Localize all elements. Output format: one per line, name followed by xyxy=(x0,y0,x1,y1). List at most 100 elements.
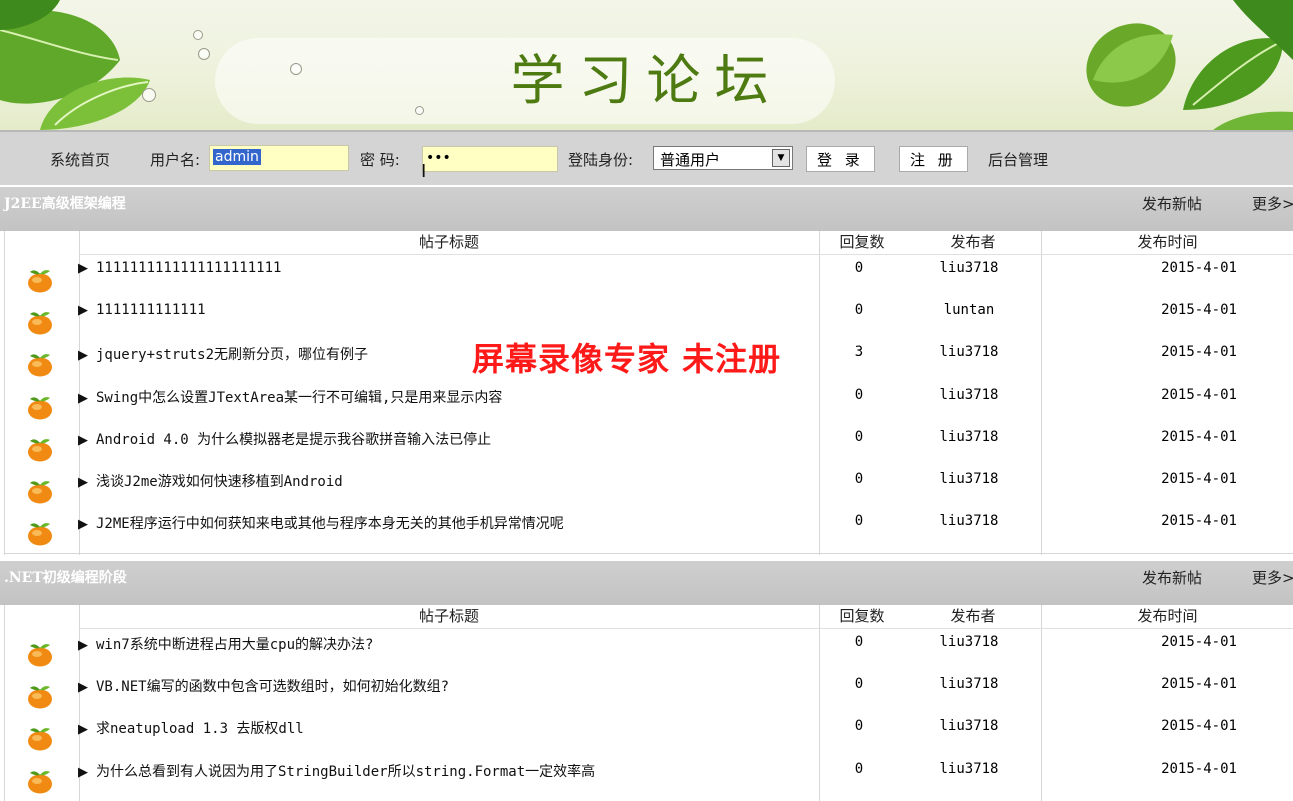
orange-icon xyxy=(26,768,54,794)
admin-link[interactable]: 后台管理 xyxy=(988,149,1048,170)
post-title-link[interactable]: ▶ Android 4.0 为什么模拟器老是提示我谷歌拼音输入法已停止 xyxy=(78,429,491,449)
text-cursor-icon: Ι xyxy=(421,161,427,182)
table-row[interactable]: ▶ Swing中怎么设置JTextArea某一行不可编辑,只是用来显示内容 0 liu… xyxy=(4,385,1293,427)
column-header-replies: 回复数 xyxy=(819,605,905,629)
post-title[interactable]: 求neatupload 1.3 去版权dll xyxy=(96,721,304,737)
post-title[interactable]: 1111111111111111111111 xyxy=(96,260,281,276)
role-select[interactable]: 普通用户 ▼ xyxy=(653,146,793,170)
post-title[interactable]: 为什么总看到有人说因为用了StringBuilder所以string.Forma… xyxy=(96,764,595,780)
password-input[interactable]: ••• xyxy=(422,146,558,172)
post-title[interactable]: Android 4.0 为什么模拟器老是提示我谷歌拼音输入法已停止 xyxy=(96,432,491,448)
username-value: admin xyxy=(213,149,261,165)
password-label: 密 码: xyxy=(360,151,400,169)
register-button[interactable]: 注 册 xyxy=(899,146,968,172)
orange-icon xyxy=(26,436,54,462)
post-title[interactable]: VB.NET编写的函数中包含可选数组时，如何初始化数组? xyxy=(96,679,449,695)
table-row[interactable]: ▶ VB.NET编写的函数中包含可选数组时，如何初始化数组? 0 liu3718 201… xyxy=(4,674,1293,716)
post-author: luntan xyxy=(943,302,995,319)
post-title[interactable]: win7系统中断进程占用大量cpu的解决办法? xyxy=(96,637,373,653)
post-author: liu3718 xyxy=(939,428,999,445)
column-header-title: 帖子标题 xyxy=(79,605,819,629)
column-header-author: 发布者 xyxy=(905,605,1041,629)
table-row[interactable]: ▶ 1111111111111111111111 0 liu3718 2015-4-01 xyxy=(4,258,1293,300)
orange-icon xyxy=(26,478,54,504)
orange-icon xyxy=(26,725,54,751)
post-author: liu3718 xyxy=(939,471,999,487)
triangle-right-icon: ▶ xyxy=(78,638,88,653)
login-bar: 系统首页 用户名: admin 密 码: ••• 登陆身份: 普通用户 ▼ 登 … xyxy=(0,130,1293,185)
table-row[interactable]: ▶ 为什么总看到有人说因为用了StringBuilder所以string.Form… xyxy=(4,759,1293,801)
table-row[interactable]: ▶ 浅谈J2me游戏如何快速移植到Android 0 liu3718 2015-4-01 xyxy=(4,469,1293,511)
orange-icon xyxy=(26,520,54,546)
more-link[interactable]: 更多> xyxy=(1252,193,1293,214)
chevron-down-icon[interactable]: ▼ xyxy=(772,149,790,167)
post-author: liu3718 xyxy=(939,386,999,403)
section-title[interactable]: J2EE高级框架编程 xyxy=(4,193,126,213)
post-time: 2015-4-01 xyxy=(1161,302,1237,319)
post-time: 2015-4-01 xyxy=(1161,513,1237,530)
reply-count: 0 xyxy=(854,634,864,650)
orange-icon xyxy=(26,309,54,335)
post-title-link[interactable]: ▶ 1111111111111 xyxy=(78,302,206,318)
table-row[interactable]: ▶ Android 4.0 为什么模拟器老是提示我谷歌拼音输入法已停止 0 liu37… xyxy=(4,427,1293,469)
reply-count: 0 xyxy=(854,471,864,487)
post-time: 2015-4-01 xyxy=(1161,676,1237,693)
triangle-right-icon: ▶ xyxy=(78,432,88,448)
post-time: 2015-4-01 xyxy=(1161,428,1237,445)
column-header-time: 发布时间 xyxy=(1041,605,1293,629)
home-link[interactable]: 系统首页 xyxy=(50,149,110,170)
triangle-right-icon: ▶ xyxy=(78,722,88,738)
post-title[interactable]: jquery+struts2无刷新分页，哪位有例子 xyxy=(96,347,368,363)
login-button[interactable]: 登 录 xyxy=(806,146,875,172)
post-title[interactable]: 浅谈J2me游戏如何快速移植到Android xyxy=(96,474,343,490)
post-time: 2015-4-01 xyxy=(1161,260,1237,276)
role-select-value: 普通用户 xyxy=(660,151,721,169)
post-title-link[interactable]: ▶ 1111111111111111111111 xyxy=(78,260,281,276)
post-title-link[interactable]: ▶ 求neatupload 1.3 去版权dll xyxy=(78,718,304,738)
column-header-title: 帖子标题 xyxy=(79,231,819,255)
table-row[interactable]: ▶ J2ME程序运行中如何获知来电或其他与程序本身无关的其他手机异常情况呢 0 liu… xyxy=(4,511,1293,553)
role-label: 登陆身份: xyxy=(568,151,634,169)
post-title-link[interactable]: ▶ Swing中怎么设置JTextArea某一行不可编辑,只是用来显示内容 xyxy=(78,387,502,407)
new-post-link[interactable]: 发布新帖 xyxy=(1142,193,1202,214)
site-banner: 学习论坛 xyxy=(0,0,1293,130)
recorder-watermark: 屏幕录像专家 未注册 xyxy=(472,340,782,378)
triangle-right-icon: ▶ xyxy=(78,475,88,490)
triangle-right-icon: ▶ xyxy=(78,680,88,696)
reply-count: 0 xyxy=(854,513,864,530)
reply-count: 3 xyxy=(854,344,864,361)
table-row[interactable]: ▶ 求neatupload 1.3 去版权dll 0 liu3718 2015-4-01 xyxy=(4,716,1293,758)
post-title-link[interactable]: ▶ 浅谈J2me游戏如何快速移植到Android xyxy=(78,471,343,491)
username-input[interactable]: admin xyxy=(209,145,349,171)
post-author: liu3718 xyxy=(939,513,999,530)
post-title-link[interactable]: ▶ J2ME程序运行中如何获知来电或其他与程序本身无关的其他手机异常情况呢 xyxy=(78,513,564,533)
post-author: liu3718 xyxy=(939,260,999,276)
post-time: 2015-4-01 xyxy=(1161,760,1237,777)
post-title-link[interactable]: ▶ VB.NET编写的函数中包含可选数组时，如何初始化数组? xyxy=(78,676,449,696)
section-header: J2EE高级框架编程 发布新帖 更多> xyxy=(0,187,1293,231)
orange-icon xyxy=(26,683,54,709)
post-time: 2015-4-01 xyxy=(1161,386,1237,403)
post-title-link[interactable]: ▶ jquery+struts2无刷新分页，哪位有例子 xyxy=(78,344,368,364)
post-title-link[interactable]: ▶ 为什么总看到有人说因为用了StringBuilder所以string.Form… xyxy=(78,761,595,781)
reply-count: 0 xyxy=(854,386,864,403)
post-title[interactable]: J2ME程序运行中如何获知来电或其他与程序本身无关的其他手机异常情况呢 xyxy=(96,516,564,532)
post-time: 2015-4-01 xyxy=(1161,634,1237,650)
new-post-link[interactable]: 发布新帖 xyxy=(1142,567,1202,588)
table-row[interactable]: ▶ win7系统中断进程占用大量cpu的解决办法? 0 liu3718 2015-4-0… xyxy=(4,632,1293,674)
post-title[interactable]: 1111111111111 xyxy=(96,302,206,318)
leaf-decoration-right-icon xyxy=(1086,0,1293,130)
post-time: 2015-4-01 xyxy=(1161,718,1237,735)
post-author: liu3718 xyxy=(939,718,999,735)
post-author: liu3718 xyxy=(939,344,999,361)
reply-count: 0 xyxy=(854,428,864,445)
more-link[interactable]: 更多> xyxy=(1252,567,1293,588)
section-title[interactable]: .NET初级编程阶段 xyxy=(4,567,127,587)
orange-icon xyxy=(26,394,54,420)
post-title-link[interactable]: ▶ win7系统中断进程占用大量cpu的解决办法? xyxy=(78,634,373,654)
post-author: liu3718 xyxy=(939,634,999,650)
column-header-replies: 回复数 xyxy=(819,231,905,255)
post-title[interactable]: Swing中怎么设置JTextArea某一行不可编辑,只是用来显示内容 xyxy=(96,390,502,406)
orange-icon xyxy=(26,641,54,667)
post-author: liu3718 xyxy=(939,676,999,693)
